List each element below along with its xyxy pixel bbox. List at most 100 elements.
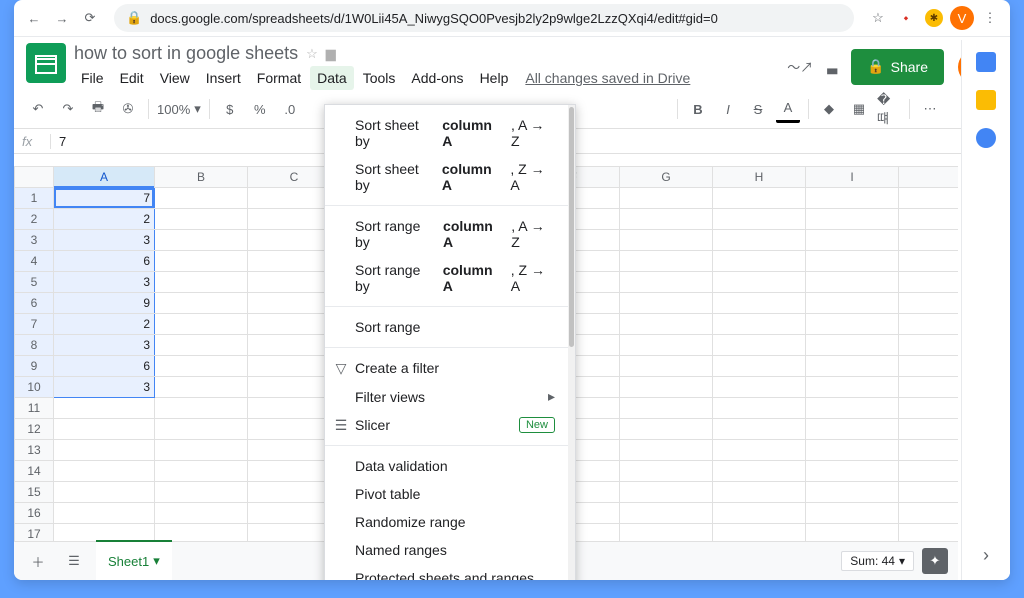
col-header-I[interactable]: I: [806, 167, 899, 188]
add-sheet-button[interactable]: ＋: [24, 547, 52, 575]
cell[interactable]: [713, 356, 806, 377]
back-icon[interactable]: ←: [22, 6, 46, 30]
cell[interactable]: [713, 188, 806, 209]
quicksum-box[interactable]: Sum: 44▾: [841, 551, 914, 571]
cell-A7[interactable]: 2: [54, 314, 155, 335]
cell[interactable]: [155, 293, 248, 314]
cell-A5[interactable]: 3: [54, 272, 155, 293]
explore-button[interactable]: ✦: [922, 548, 948, 574]
cell[interactable]: [155, 335, 248, 356]
cell[interactable]: [899, 272, 959, 293]
menu-create-filter[interactable]: ▽Create a filter: [325, 354, 575, 382]
cell[interactable]: [155, 377, 248, 398]
cell[interactable]: [806, 293, 899, 314]
col-header-A[interactable]: A: [54, 167, 155, 188]
cell[interactable]: [620, 440, 713, 461]
row-header-10[interactable]: 10: [15, 377, 54, 398]
cell[interactable]: [806, 272, 899, 293]
row-header-14[interactable]: 14: [15, 461, 54, 482]
cell[interactable]: [713, 461, 806, 482]
print-icon[interactable]: 🖶: [86, 97, 110, 121]
row-header-12[interactable]: 12: [15, 419, 54, 440]
row-header-15[interactable]: 15: [15, 482, 54, 503]
row-header-7[interactable]: 7: [15, 314, 54, 335]
cell[interactable]: [806, 314, 899, 335]
side-panel-collapse-icon[interactable]: ›: [983, 545, 989, 566]
row-header-2[interactable]: 2: [15, 209, 54, 230]
cell[interactable]: [899, 377, 959, 398]
cell[interactable]: [54, 440, 155, 461]
cell[interactable]: [899, 209, 959, 230]
cell[interactable]: [899, 398, 959, 419]
extension-adblock-icon[interactable]: ⬩: [894, 6, 918, 30]
row-header-11[interactable]: 11: [15, 398, 54, 419]
row-header-8[interactable]: 8: [15, 335, 54, 356]
undo-icon[interactable]: ↶: [26, 97, 50, 121]
row-header-9[interactable]: 9: [15, 356, 54, 377]
cell[interactable]: [155, 272, 248, 293]
menu-pivot-table[interactable]: Pivot table: [325, 480, 575, 508]
cell[interactable]: [620, 524, 713, 543]
activity-icon[interactable]: 〜↗: [787, 57, 813, 76]
cell[interactable]: [899, 461, 959, 482]
cell[interactable]: [620, 293, 713, 314]
cell[interactable]: [155, 314, 248, 335]
cell[interactable]: [54, 398, 155, 419]
cell-A9[interactable]: 6: [54, 356, 155, 377]
cell-A8[interactable]: 3: [54, 335, 155, 356]
row-header-1[interactable]: 1: [15, 188, 54, 209]
cell[interactable]: [155, 482, 248, 503]
zoom-selector[interactable]: 100%▾: [157, 101, 201, 117]
browser-menu-icon[interactable]: ⋮: [978, 6, 1002, 30]
cell[interactable]: [713, 335, 806, 356]
move-folder-icon[interactable]: ▆: [326, 46, 336, 62]
merge-button[interactable]: �떄: [877, 97, 901, 121]
fill-color-button[interactable]: ◆: [817, 97, 841, 121]
cell[interactable]: [713, 524, 806, 543]
cell[interactable]: [899, 482, 959, 503]
row-header-4[interactable]: 4: [15, 251, 54, 272]
cell[interactable]: [620, 482, 713, 503]
cell[interactable]: [713, 230, 806, 251]
cell[interactable]: [806, 377, 899, 398]
cell[interactable]: [806, 188, 899, 209]
menu-filter-views[interactable]: Filter views▸: [325, 382, 575, 411]
cell[interactable]: [54, 482, 155, 503]
cell-A10[interactable]: 3: [54, 377, 155, 398]
cell[interactable]: [155, 461, 248, 482]
cell-A1[interactable]: 7: [54, 188, 155, 209]
cell[interactable]: [713, 293, 806, 314]
cell[interactable]: [899, 524, 959, 543]
cell[interactable]: [620, 188, 713, 209]
cell[interactable]: [54, 419, 155, 440]
cell[interactable]: [713, 251, 806, 272]
cell[interactable]: [620, 272, 713, 293]
cell[interactable]: [155, 440, 248, 461]
cell-A2[interactable]: 2: [54, 209, 155, 230]
cell[interactable]: [899, 293, 959, 314]
cell[interactable]: [899, 335, 959, 356]
menu-named-ranges[interactable]: Named ranges: [325, 536, 575, 564]
decrease-decimal-button[interactable]: .0: [278, 97, 302, 121]
cell[interactable]: [54, 503, 155, 524]
cell[interactable]: [899, 188, 959, 209]
menu-slicer[interactable]: ☰SlicerNew: [325, 411, 575, 439]
col-header-G[interactable]: G: [620, 167, 713, 188]
cell[interactable]: [806, 251, 899, 272]
cell[interactable]: [806, 461, 899, 482]
comments-icon[interactable]: ▃: [827, 59, 837, 75]
menu-edit[interactable]: Edit: [113, 66, 151, 90]
star-doc-icon[interactable]: ☆: [306, 46, 318, 62]
cell[interactable]: [620, 503, 713, 524]
cell[interactable]: [713, 419, 806, 440]
cell[interactable]: [899, 230, 959, 251]
cell[interactable]: [620, 230, 713, 251]
menu-insert[interactable]: Insert: [199, 66, 248, 90]
col-header-B[interactable]: B: [155, 167, 248, 188]
cell[interactable]: [713, 272, 806, 293]
calendar-icon[interactable]: [976, 52, 996, 72]
cell[interactable]: [155, 398, 248, 419]
menu-sort-range-za[interactable]: Sort range by column A, Z → A: [325, 256, 575, 300]
menu-protected-sheets[interactable]: Protected sheets and ranges: [325, 564, 575, 580]
browser-profile-avatar[interactable]: V: [950, 6, 974, 30]
